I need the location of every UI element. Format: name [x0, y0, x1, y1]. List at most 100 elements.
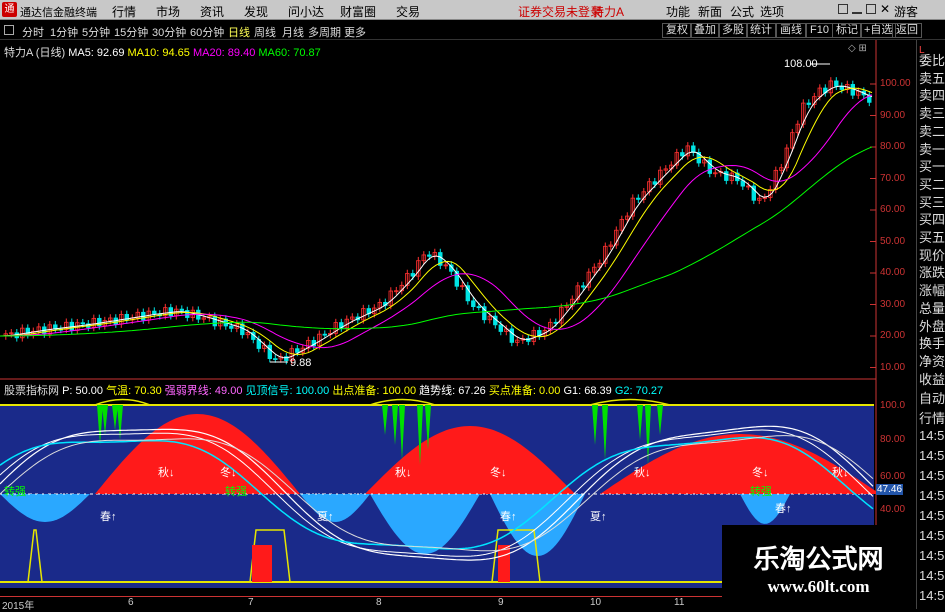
menu-discover[interactable]: 发现	[244, 3, 268, 20]
menu-toggle-icon[interactable]	[4, 25, 14, 35]
mark-button[interactable]: 标记	[832, 23, 862, 38]
restore-rights-button[interactable]: 复权	[662, 23, 692, 38]
kline-chart[interactable]: 特力A (日线) MA5: 92.69 MA10: 94.65 MA20: 89…	[0, 40, 915, 380]
time-tick: 2015年	[2, 601, 35, 612]
tab-60min[interactable]: 60分钟	[190, 24, 224, 40]
season-label: 秋↓	[832, 467, 849, 479]
chart-corner-icons: ◇ ⊞	[848, 43, 867, 54]
menu-formula[interactable]: 公式	[730, 3, 754, 20]
high-price-label: 108.00	[784, 58, 818, 70]
close-icon[interactable]: ✕	[880, 3, 890, 15]
candle-body	[498, 324, 503, 332]
indicator-param: 气温: 70.30	[103, 385, 162, 397]
candle-body	[691, 145, 696, 153]
kline-canvas[interactable]	[0, 40, 915, 380]
watermark: 乐淘公式网 www.60lt.com	[722, 525, 915, 609]
menu-new-page[interactable]: 新面	[698, 3, 722, 20]
statistics-button[interactable]: 统计	[746, 23, 776, 38]
tab-timeshare[interactable]: 分时	[22, 24, 44, 40]
f10-button[interactable]: F10	[806, 23, 833, 38]
season-label: 秋↓	[395, 467, 412, 479]
current-stock-name: 特力A	[592, 5, 625, 19]
maximize-icon[interactable]	[866, 4, 876, 14]
indicator-param: 买点准备: 0.00	[485, 385, 561, 397]
draw-line-button[interactable]: 画线	[776, 23, 806, 38]
indicator-info-line: 股票指标网 P: 50.00 气温: 70.30 强弱界线: 49.00 见顶信…	[4, 382, 663, 398]
menu-info[interactable]: 资讯	[200, 3, 224, 20]
candle-body	[295, 348, 300, 353]
candle-body	[806, 102, 811, 105]
trend-tag: 转强	[4, 486, 26, 498]
candle-body	[427, 254, 432, 257]
menu-ask[interactable]: 问小达	[288, 3, 324, 20]
side-time: 14:5	[919, 488, 945, 503]
side-label: 涨跌	[919, 265, 945, 281]
candle-body	[471, 300, 476, 308]
login-status[interactable]: 证券交易未登录	[518, 3, 602, 20]
price-tick: 50.00	[880, 235, 906, 247]
candle-body	[839, 85, 844, 90]
menu-quotes[interactable]: 行情	[112, 3, 136, 20]
candle-body	[322, 333, 327, 336]
price-tick: 80.00	[880, 141, 906, 152]
price-tick: 70.00	[880, 172, 906, 184]
tab-5min[interactable]: 5分钟	[82, 24, 110, 40]
side-time: 14:5	[919, 448, 945, 463]
season-label: 夏↑	[590, 511, 607, 523]
indicator-tick: 47.46	[876, 484, 904, 495]
price-tick: 20.00	[880, 330, 906, 341]
menu-trade[interactable]: 交易	[396, 3, 420, 20]
side-label: 委比	[919, 53, 945, 68]
menu-options[interactable]: 选项	[760, 3, 784, 20]
tab-weekly[interactable]: 周线	[254, 24, 276, 40]
side-label: 卖二	[919, 123, 945, 139]
candle-body	[179, 308, 184, 311]
tab-30min[interactable]: 30分钟	[152, 24, 186, 40]
side-time: 行情	[919, 411, 945, 426]
indicator-param: 出点准备: 100.00	[329, 385, 417, 397]
indicator-param: P: 50.00	[62, 385, 104, 397]
candle-body	[168, 307, 173, 317]
tab-15min[interactable]: 15分钟	[114, 24, 148, 40]
tab-daily[interactable]: 日线	[228, 24, 250, 40]
tab-monthly[interactable]: 月线	[282, 24, 304, 40]
candle-body	[273, 358, 278, 360]
indicator-param: G2: 70.27	[611, 385, 664, 397]
watermark-title: 乐淘公式网	[753, 545, 884, 575]
price-plot-bg	[0, 40, 875, 380]
price-tick: 90.00	[880, 109, 906, 121]
menu-market[interactable]: 市场	[156, 3, 180, 20]
watermark-url: www.60lt.com	[767, 577, 870, 596]
side-label: 卖五	[919, 70, 945, 86]
overlay-button[interactable]: 叠加	[690, 23, 720, 38]
restore-icon[interactable]	[838, 4, 848, 14]
indicator-tick: 40.00	[880, 504, 906, 515]
side-label: 总量	[919, 300, 945, 316]
side-time: 14:5	[919, 568, 945, 583]
ma-info-line: 特力A (日线) MA5: 92.69 MA10: 94.65 MA20: 89…	[4, 44, 321, 60]
side-label: 买二	[919, 176, 945, 192]
add-favorite-button[interactable]: +自选	[860, 23, 897, 38]
season-label: 春↑	[500, 511, 517, 523]
tab-more[interactable]: 更多	[344, 24, 366, 40]
side-label: 买五	[919, 230, 945, 245]
candle-body	[652, 181, 657, 185]
side-time: 14:5	[919, 428, 945, 443]
tab-multi-period[interactable]: 多周期	[308, 24, 341, 40]
indicator-params: P: 50.00 气温: 70.30 强弱界线: 49.00 见顶信号: 100…	[62, 385, 663, 397]
back-button[interactable]: 返回	[892, 23, 922, 38]
ma-value-ma5: MA5: 92.69	[68, 47, 125, 59]
price-tick: 60.00	[880, 204, 906, 215]
candle-body	[680, 152, 685, 157]
guest-label[interactable]: 游客	[894, 3, 918, 20]
indicator-param: 见顶信号: 100.00	[242, 385, 330, 397]
menu-function[interactable]: 功能	[666, 3, 690, 20]
tab-1min[interactable]: 1分钟	[50, 24, 78, 40]
menu-wealth[interactable]: 财富圈	[340, 3, 376, 20]
minimize-icon[interactable]	[852, 12, 862, 14]
title-bar: 通 通达信金融终端 行情 市场 资讯 发现 问小达 财富圈 交易 证券交易未登录…	[0, 0, 945, 20]
multi-stock-button[interactable]: 多股	[718, 23, 748, 38]
time-tick: 11	[674, 597, 685, 608]
side-label: 买四	[919, 212, 945, 228]
price-tick: 40.00	[880, 267, 906, 278]
